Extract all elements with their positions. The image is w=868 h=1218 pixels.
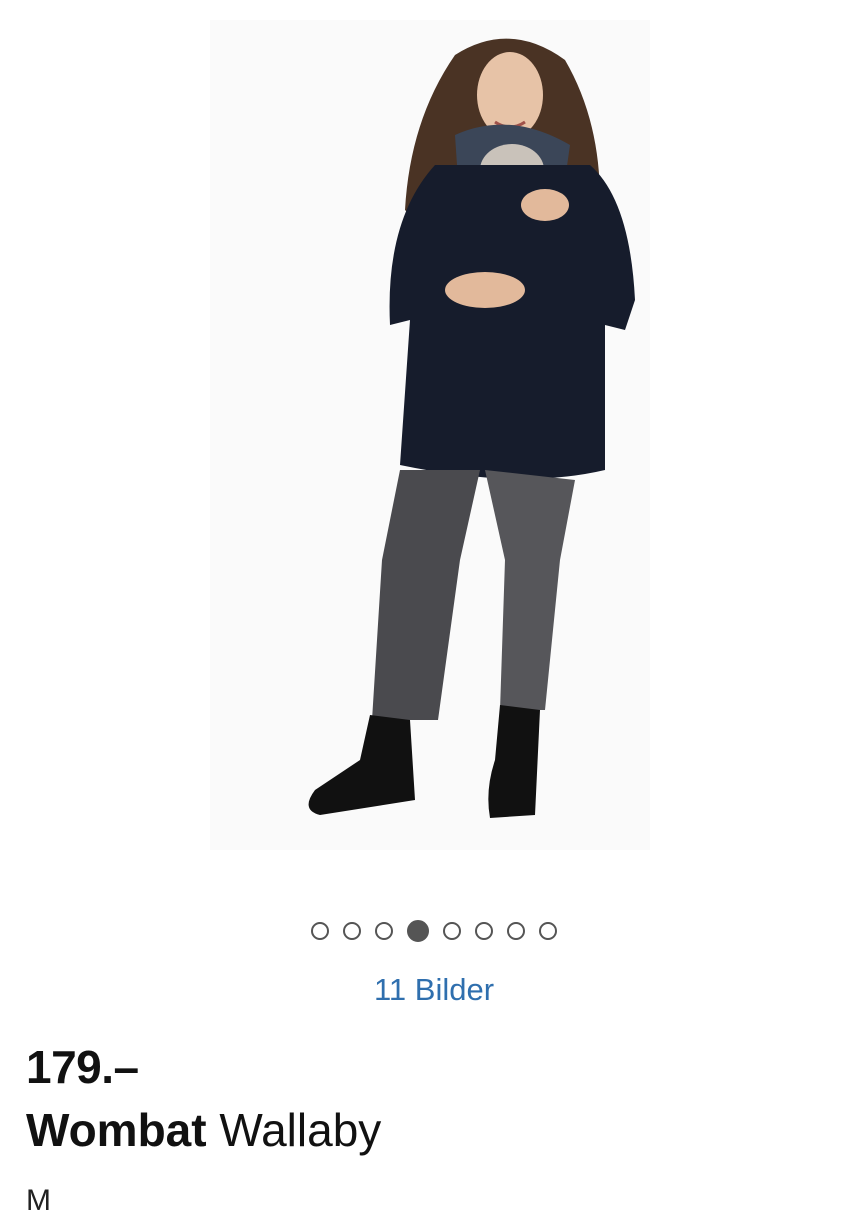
pagination-dot[interactable]: [311, 922, 329, 940]
pagination-dot[interactable]: [539, 922, 557, 940]
pagination-dot[interactable]: [507, 922, 525, 940]
product-title: Wombat Wallaby: [26, 1103, 381, 1157]
image-count-link[interactable]: 11 Bilder: [0, 972, 868, 1008]
product-price: 179.–: [26, 1041, 139, 1093]
jacket: [389, 165, 635, 479]
pagination-dot[interactable]: [475, 922, 493, 940]
pagination-dot[interactable]: [443, 922, 461, 940]
product-image-gallery[interactable]: [0, 0, 868, 900]
hand-right: [521, 189, 569, 221]
pagination-dot[interactable]: [343, 922, 361, 940]
product-brand[interactable]: Wombat: [26, 1104, 207, 1156]
hand-left: [445, 272, 525, 308]
product-image[interactable]: [0, 0, 868, 900]
image-pagination-dots: [0, 920, 868, 942]
pagination-dot[interactable]: [407, 920, 429, 942]
product-name: Wallaby: [219, 1104, 382, 1156]
pagination-dot[interactable]: [375, 922, 393, 940]
product-subtitle-partial: M: [26, 1184, 51, 1217]
